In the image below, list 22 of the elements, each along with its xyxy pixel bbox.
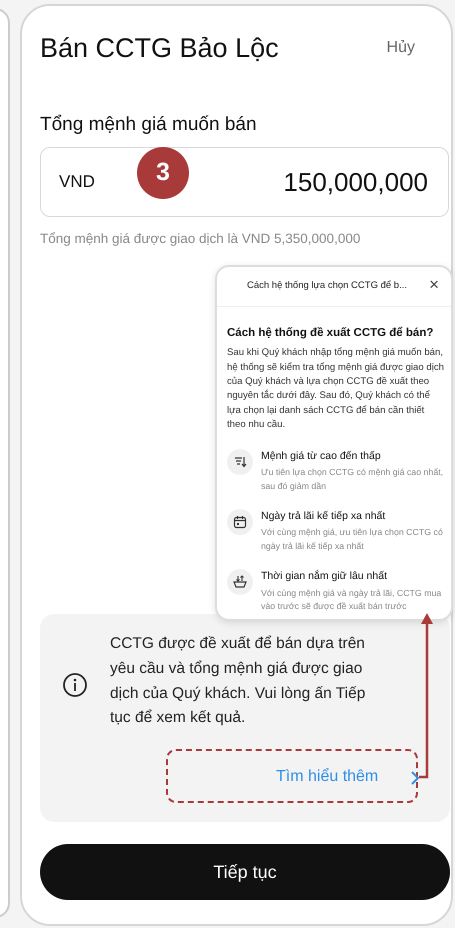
- calendar-icon: [227, 508, 253, 535]
- field-label: Tổng mệnh giá muốn bán: [40, 112, 258, 136]
- rule-title: Thời gian nắm giữ lâu nhất: [261, 568, 388, 584]
- continue-button[interactable]: Tiếp tục: [40, 844, 450, 900]
- rule-title: Mệnh giá từ cao đến thấp: [261, 448, 382, 464]
- rule-description: Với cùng mệnh giá, ưu tiên lựa chọn CCTG có ngày trả lãi kế tiếp xa nhất: [261, 526, 444, 553]
- rule-title: Ngày trả lãi kế tiếp xa nhất: [261, 508, 386, 524]
- currency-label: VND: [59, 171, 95, 194]
- cancel-button[interactable]: Hủy: [386, 36, 415, 60]
- hint-text: Tổng mệnh giá được giao dịch là VND 5,350,000,000: [40, 230, 362, 248]
- close-button[interactable]: ×: [429, 276, 439, 293]
- info-text: CCTG được đề xuất để bán dựa trên yêu cầu và tổng mệnh giá được giao dịch của Quý khách. Vui lòng ấn Tiếp tục để xem kết quả.: [110, 634, 366, 728]
- sort-icon: [227, 448, 253, 475]
- page-title: Bán CCTG Bảo Lộc: [40, 32, 279, 65]
- basket-icon: [227, 568, 253, 595]
- popup-heading: Cách hệ thống đề xuất CCTG để bán?: [227, 326, 434, 341]
- popup-text: Sau khi Quý khách nhập tổng mệnh giá muốn bán, hệ thống sẽ kiểm tra tổng mệnh giá được giao dịch của Quý khách và lựa chọn CCTG đề xuất theo nguyên tắc dưới đây. Sau đó, Quý khách có thể lựa chọn lại danh sách CCTG để bán cần thiết theo nhu cầu.: [227, 346, 445, 432]
- popup-title: Cách hệ thống lựa chọn CCTG để b...: [246, 279, 408, 294]
- amount-value: 150,000,000: [283, 166, 428, 198]
- rule-description: Với cùng mệnh giá và ngày trả lãi, CCTG mua vào trước sẽ được đề xuất bán trước: [261, 586, 442, 613]
- rule-description: Ưu tiên lựa chọn CCTG có mệnh giá cao nhất, sau đó giảm dần: [261, 466, 444, 493]
- info-icon: [62, 672, 88, 698]
